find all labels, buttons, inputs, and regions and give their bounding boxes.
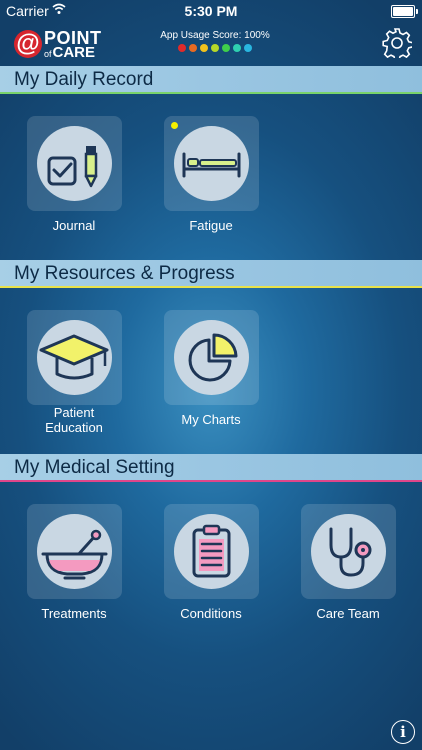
my-charts-button[interactable] [164, 310, 259, 405]
usage-score-dot [222, 44, 230, 52]
bed-icon [182, 152, 241, 178]
usage-score: App Usage Score: 100% [160, 30, 270, 52]
section-title: My Medical Setting [14, 457, 175, 478]
usage-score-dot [244, 44, 252, 52]
care-team-button[interactable] [301, 504, 396, 599]
section-title: My Resources & Progress [14, 263, 235, 284]
usage-score-dot [211, 44, 219, 52]
treatments-label: Treatments [41, 606, 107, 621]
patient-education-label: Patient Education [4, 405, 144, 435]
mortar-pestle-icon [41, 529, 108, 580]
journal-label: Journal [52, 218, 96, 233]
graduation-cap-icon [39, 334, 109, 380]
section-underline [0, 286, 422, 288]
care-team-label: Care Team [316, 606, 380, 621]
app-header: @ POINT ofCARE App Usage Score: 100% [0, 22, 422, 66]
status-bar: Carrier 5:30 PM [0, 0, 422, 22]
app-logo: @ POINT ofCARE [14, 28, 104, 61]
fatigue-button[interactable] [164, 116, 259, 211]
logo-word-care-text: CARE [52, 44, 96, 61]
my-charts-label: My Charts [181, 412, 241, 427]
usage-score-dot [200, 44, 208, 52]
clock-time: 5:30 PM [184, 3, 238, 19]
section-title: My Daily Record [14, 69, 154, 90]
section-daily-record-header: My Daily Record [0, 66, 422, 94]
conditions-label: Conditions [180, 606, 242, 621]
fatigue-label: Fatigue [189, 218, 233, 233]
conditions-button[interactable] [164, 504, 259, 599]
usage-score-label: App Usage Score: 100% [160, 30, 270, 41]
gear-icon[interactable] [382, 28, 412, 58]
usage-score-dot [189, 44, 197, 52]
info-icon[interactable]: i [391, 720, 415, 744]
section-medical-setting-header: My Medical Setting [0, 454, 422, 482]
usage-score-dot [178, 44, 186, 52]
journal-checkbox-pencil-icon [47, 146, 98, 188]
logo-at-symbol: @ [14, 30, 42, 58]
treatments-button[interactable] [27, 504, 122, 599]
battery-icon [391, 5, 418, 18]
stethoscope-icon [329, 527, 372, 577]
label-line: Patient [53, 405, 95, 420]
patient-education-button[interactable] [27, 310, 122, 405]
label-line: Education [45, 420, 103, 435]
section-resources-progress-header: My Resources & Progress [0, 260, 422, 288]
section-underline [0, 480, 422, 482]
logo-word-care: ofCARE [44, 44, 95, 61]
section-underline [0, 92, 422, 94]
logo-word-of: of [44, 49, 52, 59]
clipboard-icon [192, 524, 231, 578]
usage-score-dots [160, 44, 270, 52]
usage-score-dot [233, 44, 241, 52]
journal-button[interactable] [27, 116, 122, 211]
pie-chart-icon [188, 333, 238, 382]
